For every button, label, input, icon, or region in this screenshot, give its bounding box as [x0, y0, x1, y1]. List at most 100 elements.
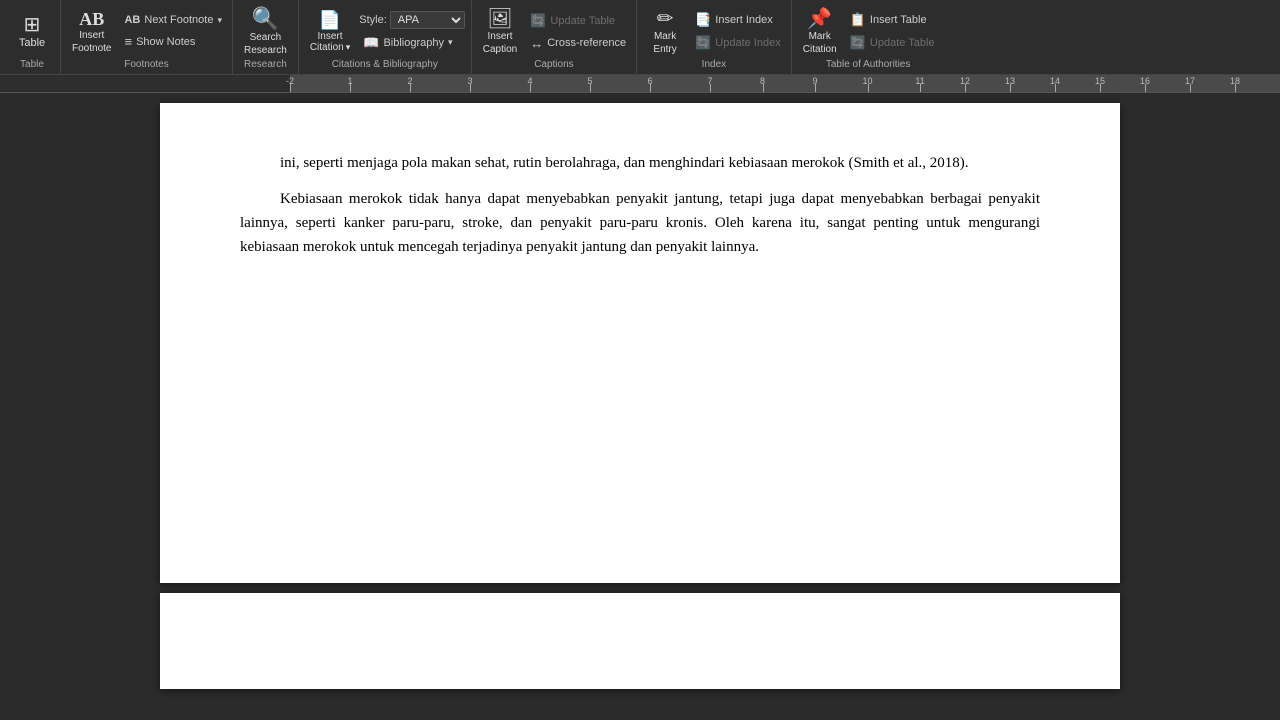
index-group-label: Index: [702, 59, 726, 72]
citations-group-content: 📄 Insert Citation ▾ Style: APA MLA Chica…: [305, 4, 465, 59]
insert-toa-button[interactable]: 📋 Insert Table: [846, 10, 939, 30]
paragraph-1: ini, seperti menjaga pola makan sehat, r…: [240, 151, 1040, 175]
ruler-number: 5: [587, 76, 592, 86]
ruler-number: 1: [347, 76, 352, 86]
ribbon-group-toa: 📌 Mark Citation 📋 Insert Table 🔄 Update …: [792, 0, 945, 74]
citations-sub: Style: APA MLA Chicago 📖 Bibliography ▾: [359, 11, 465, 53]
search-label1: Search: [250, 32, 282, 43]
toa-sub: 📋 Insert Table 🔄 Update Table: [846, 10, 939, 53]
cross-reference-button[interactable]: ↔ Cross-reference: [526, 34, 630, 53]
next-footnote-arrow: ▾: [217, 15, 222, 26]
insert-caption-icon: 🖼: [487, 9, 512, 29]
insert-citation-label-row: Citation ▾: [310, 42, 350, 53]
ruler-number: 4: [527, 76, 532, 86]
insert-footnote-label2: Footnote: [72, 43, 111, 54]
mark-entry-label1: Mark: [654, 31, 676, 42]
toa-group-content: 📌 Mark Citation 📋 Insert Table 🔄 Update …: [798, 4, 939, 59]
footnotes-group-content: AB Insert Footnote AB Next Footnote ▾ ≡ …: [67, 4, 226, 59]
table-label: Table: [19, 37, 45, 49]
ruler-number: 12: [960, 76, 970, 86]
search-button[interactable]: 🔍 Search Research: [239, 5, 292, 59]
ruler-number: 6: [647, 76, 652, 86]
insert-index-icon: 📑: [695, 12, 711, 28]
mark-citation-button[interactable]: 📌 Mark Citation: [798, 6, 842, 58]
update-table-figures-button[interactable]: 🔄 Update Table: [526, 11, 630, 31]
next-footnote-button[interactable]: AB Next Footnote ▾: [120, 12, 226, 28]
ribbon-group-table: ⊞ Table Table: [4, 0, 61, 74]
cross-reference-label: Cross-reference: [547, 37, 626, 49]
insert-footnote-icon: AB: [79, 10, 104, 28]
ruler-number: 16: [1140, 76, 1150, 86]
bibliography-arrow: ▾: [448, 37, 453, 48]
ribbon-group-index: ✏ Mark Entry 📑 Insert Index 🔄 Update Ind…: [637, 0, 792, 74]
bibliography-button[interactable]: 📖 Bibliography ▾: [359, 33, 465, 53]
update-table-figures-label: Update Table: [550, 15, 615, 27]
insert-citation-arrow: ▾: [346, 42, 351, 53]
ruler-number: 18: [1230, 76, 1240, 86]
show-notes-button[interactable]: ≡ Show Notes: [120, 32, 226, 51]
ruler-number: 7: [707, 76, 712, 86]
table-icon: ⊞: [24, 15, 41, 35]
show-notes-icon: ≡: [124, 34, 132, 49]
page-1: ini, seperti menjaga pola makan sehat, r…: [160, 103, 1120, 583]
table-group-label: Table: [20, 59, 44, 72]
captions-group-content: 🖼 Insert Caption 🔄 Update Table ↔ Cross-…: [478, 4, 630, 59]
insert-index-label: Insert Index: [715, 14, 772, 26]
update-table-figures-icon: 🔄: [530, 13, 546, 29]
insert-footnote-button[interactable]: AB Insert Footnote: [67, 7, 116, 57]
research-group-content: 🔍 Search Research: [239, 4, 292, 59]
style-row: Style: APA MLA Chicago: [359, 11, 465, 29]
ribbon-group-citations: 📄 Insert Citation ▾ Style: APA MLA Chica…: [299, 0, 472, 74]
ruler-number: 11: [915, 76, 924, 86]
ruler-number: -2: [286, 76, 294, 86]
ruler-number: 15: [1095, 76, 1105, 86]
style-select[interactable]: APA MLA Chicago: [390, 11, 465, 29]
ruler-number: 3: [467, 76, 472, 86]
insert-toa-icon: 📋: [850, 12, 866, 28]
table-group-content: ⊞ Table: [10, 4, 54, 59]
mark-citation-icon: 📌: [807, 9, 832, 29]
ribbon: ⊞ Table Table AB Insert Footnote AB Next…: [0, 0, 1280, 75]
ruler-number: 10: [862, 76, 872, 86]
mark-citation-label2: Citation: [803, 44, 837, 55]
ruler-scale: -2123456789101112131415161718: [290, 75, 1280, 92]
insert-caption-button[interactable]: 🖼 Insert Caption: [478, 6, 522, 58]
ruler: -2123456789101112131415161718: [0, 75, 1280, 93]
ribbon-group-footnotes: AB Insert Footnote AB Next Footnote ▾ ≡ …: [61, 0, 233, 74]
mark-entry-label2: Entry: [653, 44, 676, 55]
update-toa-button[interactable]: 🔄 Update Table: [846, 33, 939, 53]
update-index-button[interactable]: 🔄 Update Index: [691, 33, 785, 53]
footnotes-group-label: Footnotes: [124, 59, 168, 72]
mark-entry-icon: ✏: [657, 9, 674, 29]
insert-index-button[interactable]: 📑 Insert Index: [691, 10, 785, 30]
ruler-number: 17: [1185, 76, 1195, 86]
index-sub: 📑 Insert Index 🔄 Update Index: [691, 10, 785, 53]
update-toa-label: Update Table: [870, 37, 935, 49]
ruler-number: 2: [407, 76, 412, 86]
citations-group-label: Citations & Bibliography: [332, 59, 438, 72]
ribbon-group-research: 🔍 Search Research Research: [233, 0, 299, 74]
insert-citation-button[interactable]: 📄 Insert Citation ▾: [305, 7, 355, 56]
mark-entry-button[interactable]: ✏ Mark Entry: [643, 6, 687, 58]
insert-caption-label1: Insert: [487, 31, 512, 42]
footnotes-sub-buttons: AB Next Footnote ▾ ≡ Show Notes: [120, 12, 226, 51]
insert-citation-label2: Citation: [310, 42, 344, 53]
ribbon-group-captions: 🖼 Insert Caption 🔄 Update Table ↔ Cross-…: [472, 0, 637, 74]
cross-reference-icon: ↔: [530, 36, 543, 51]
insert-citation-label1: Insert: [318, 31, 343, 42]
next-footnote-label: Next Footnote: [144, 14, 213, 26]
update-toa-icon: 🔄: [850, 35, 866, 51]
table-button[interactable]: ⊞ Table: [10, 12, 54, 52]
ruler-number: 13: [1005, 76, 1015, 86]
document-area[interactable]: ini, seperti menjaga pola makan sehat, r…: [0, 93, 1280, 720]
captions-sub: 🔄 Update Table ↔ Cross-reference: [526, 11, 630, 53]
ruler-left-gray: [0, 75, 290, 92]
captions-group-label: Captions: [534, 59, 573, 72]
toa-group-label: Table of Authorities: [826, 59, 911, 72]
insert-citation-icon: 📄: [319, 10, 341, 31]
update-index-label: Update Index: [715, 37, 780, 49]
page-2: [160, 593, 1120, 689]
search-icon: 🔍: [252, 8, 279, 30]
mark-citation-label1: Mark: [809, 31, 831, 42]
insert-toa-label: Insert Table: [870, 14, 927, 26]
